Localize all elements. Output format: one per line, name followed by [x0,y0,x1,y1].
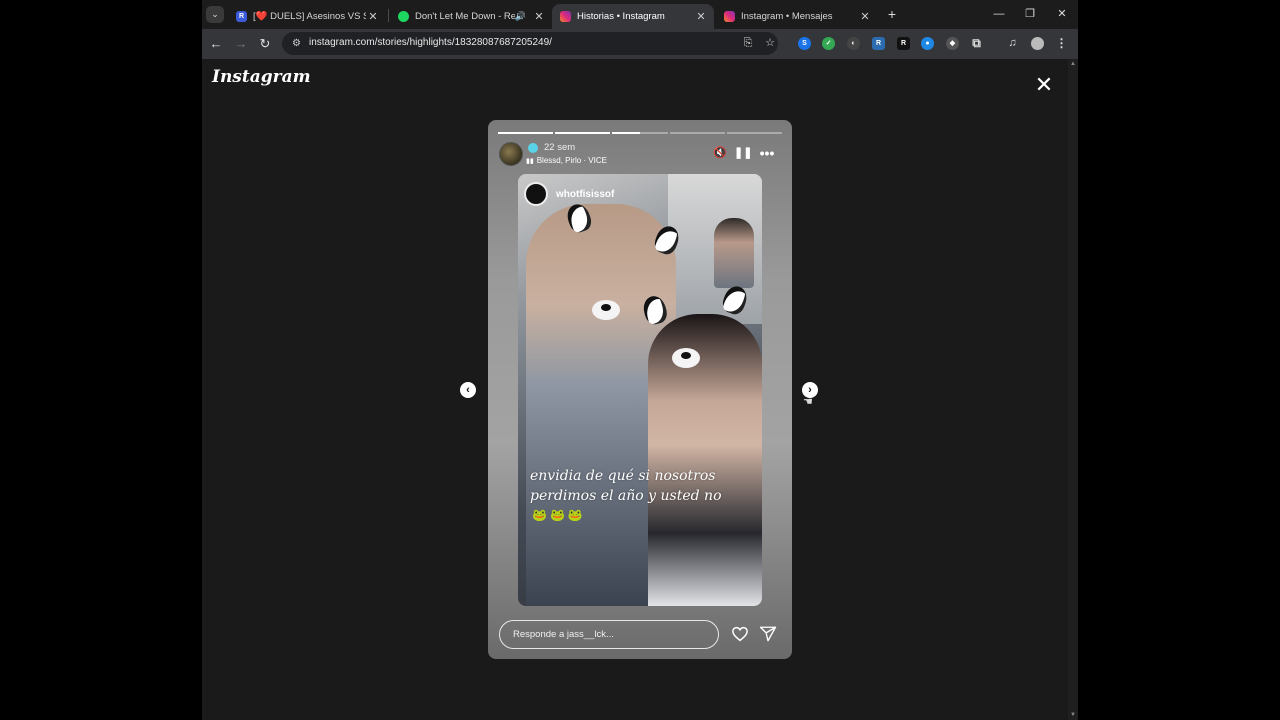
progress-fill [498,132,554,134]
tab-title: [❤️ DUELS] Asesinos VS Sheriffs [253,11,366,22]
progress-fill [612,132,640,134]
pause-icon[interactable]: ❚❚ [734,146,752,160]
tab-duels[interactable]: R [❤️ DUELS] Asesinos VS Sheriffs ✕ [228,4,386,29]
extension-globe-icon[interactable]: ● [921,37,934,50]
reload-button[interactable]: ↻ [257,36,273,52]
page-scrollbar[interactable]: ▲ ▼ [1068,59,1078,720]
tab-search-button[interactable]: ⌄ [206,6,224,23]
dog-nose-icon [592,300,620,320]
back-button[interactable]: ← [208,36,224,52]
more-options-icon[interactable]: ••• [759,146,775,160]
music-bars-icon: ▮▮ [526,158,534,165]
spotify-favicon-icon [398,11,409,22]
story-card[interactable]: 22 sem ▮▮Blessd, Pirlo · VICE 🔇 ❚❚ ••• [488,120,792,659]
install-app-icon[interactable]: ⎘ [741,36,755,50]
mentioned-user-avatar [524,182,548,206]
media-control-icon[interactable]: ♫ [1006,37,1019,50]
extension-r-icon[interactable]: R [897,37,910,50]
story-viewer-page: Instagram ✕ ‹ › ☚ 22 sem ▮▮ Blessd, Pirlo… [202,59,1068,720]
shield-extension-icon[interactable]: ✓ [822,37,835,50]
tab-mensajes[interactable]: Instagram • Mensajes ✕ [716,4,878,29]
reply-input[interactable] [499,620,719,649]
story-photo: whotfisissof envidia de qué si nosotros … [518,174,762,606]
scroll-up-icon[interactable]: ▲ [1070,61,1076,67]
audio-playing-icon[interactable]: 🔊 [515,11,526,22]
previous-story-button[interactable]: ‹ [460,382,476,398]
instagram-favicon-icon [560,11,571,22]
send-icon[interactable] [759,625,777,643]
close-tab-icon[interactable]: ✕ [858,10,872,23]
photo-person-right [648,314,762,606]
progress-fill [555,132,611,134]
progress-segment [669,132,725,134]
address-bar[interactable]: ⚙ instagram.com/stories/highlights/18328… [282,32,778,55]
tab-title: Don't Let Me Down - Remaster [415,11,515,22]
close-icon[interactable]: ✕ [1032,73,1056,97]
story-caption: envidia de qué si nosotros perdimos el a… [530,468,722,504]
progress-segment [612,132,668,134]
avatar[interactable] [499,142,523,166]
tab-divider [388,9,389,22]
minimize-button[interactable]: — [988,6,1010,22]
tab-historias[interactable]: Historias • Instagram ✕ [552,4,714,29]
story-progress-bar [498,132,783,134]
music-text: Blessd, Pirlo · VICE [536,156,607,165]
site-info-icon[interactable]: ⚙ [290,37,303,50]
extension-shield-icon[interactable]: ◆ [946,37,959,50]
photo-person-background [714,218,754,288]
hand-cursor-icon: ☚ [803,396,813,408]
instagram-favicon-icon [724,11,735,22]
scroll-down-icon[interactable]: ▼ [1070,712,1076,718]
dog-nose-icon [672,348,700,368]
story-timestamp: 22 sem [544,142,576,153]
close-tab-icon[interactable]: ✕ [694,10,708,23]
browser-window: ⌄ R [❤️ DUELS] Asesinos VS Sheriffs ✕ Do… [202,0,1078,720]
url-text[interactable]: instagram.com/stories/highlights/1832808… [309,37,552,48]
extension-s-icon[interactable]: S [798,37,811,50]
instagram-logo[interactable]: Instagram [212,67,311,87]
bookmark-star-icon[interactable]: ☆ [763,36,777,50]
restore-button[interactable]: ❐ [1019,6,1041,22]
close-tab-icon[interactable]: ✕ [532,10,546,23]
mute-icon[interactable]: 🔇 [712,146,728,160]
frog-emojis: 🐸🐸🐸 [532,508,586,522]
incognito-extension-icon[interactable]: ◐ [847,37,860,50]
progress-segment [498,132,554,134]
menu-kebab-icon[interactable]: ⋮ [1055,37,1068,50]
highlight-icon [528,143,538,153]
profile-avatar-icon[interactable] [1031,37,1044,50]
like-heart-icon[interactable] [731,625,749,643]
forward-button[interactable]: → [233,36,249,52]
progress-segment [726,132,783,134]
browser-toolbar: ← → ↻ ⚙ instagram.com/stories/highlights… [202,29,1078,59]
tab-strip: ⌄ R [❤️ DUELS] Asesinos VS Sheriffs ✕ Do… [202,0,1078,29]
tab-spotify[interactable]: Don't Let Me Down - Remaster 🔊 ✕ [390,4,552,29]
close-tab-icon[interactable]: ✕ [366,10,380,23]
new-tab-button[interactable]: + [884,6,900,23]
extension-r-blue-icon[interactable]: R [872,37,885,50]
mentioned-username: whotfisissof [556,188,615,200]
mentioned-user-badge[interactable]: whotfisissof [524,182,614,206]
extensions-puzzle-icon[interactable]: ⧉ [970,37,983,50]
tab-title: Instagram • Mensajes [741,11,833,22]
progress-segment [555,132,611,134]
music-label[interactable]: ▮▮ Blessd, Pirlo · VICE [526,156,607,165]
roblox-favicon-icon: R [236,11,247,22]
close-window-button[interactable]: ✕ [1051,6,1073,22]
tab-title: Historias • Instagram [577,11,665,22]
